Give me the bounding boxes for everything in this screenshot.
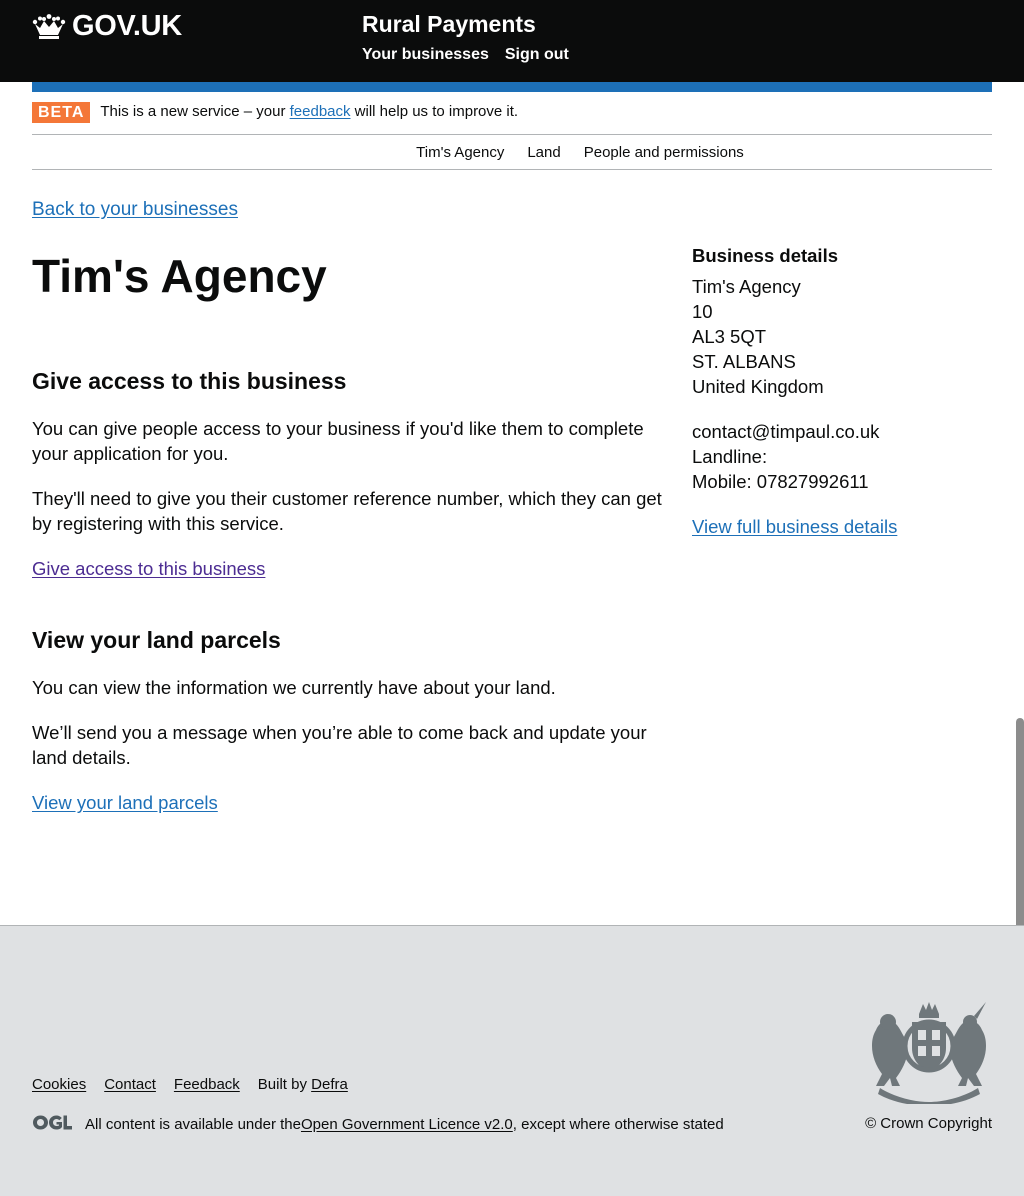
address-line: ST. ALBANS: [692, 351, 796, 372]
access-heading: Give access to this business: [32, 368, 347, 394]
business-details-heading: Business details: [692, 245, 839, 266]
access-para-2: They'll need to give you their customer …: [32, 488, 662, 534]
subnav-people-permissions[interactable]: People and permissions: [584, 144, 744, 161]
built-by-text: Built by: [257, 1076, 312, 1093]
address-line: 10: [692, 301, 713, 322]
address-line: AL3 5QT: [692, 326, 767, 347]
view-full-business-details-link[interactable]: View full business details: [692, 514, 897, 539]
main-content: Tim's Agency Give access to this busines…: [32, 248, 662, 859]
land-para-1: You can view the information we currentl…: [32, 677, 556, 698]
licence-text-before: All content is available under the: [85, 1116, 301, 1133]
access-para-1: You can give people access to your busin…: [32, 418, 644, 464]
crown-copyright: © Crown Copyright: [865, 1115, 992, 1132]
header-navigation: Your businesses Sign out: [362, 46, 569, 64]
crown-icon: [32, 13, 66, 39]
phase-text-before: This is a new service – your: [100, 103, 290, 120]
land-para-2: We’ll send you a message when you’re abl…: [32, 722, 647, 768]
business-details-panel: Business details Tim's Agency 10 AL3 5QT…: [692, 243, 992, 539]
built-by: Built by Defra: [258, 1076, 348, 1093]
footer-links: Cookies Contact Feedback Built by Defra: [32, 1076, 348, 1093]
footer-cookies-link[interactable]: Cookies: [32, 1076, 86, 1093]
royal-coat-of-arms: [872, 1002, 986, 1104]
licence-text-after: , except where otherwise stated: [512, 1116, 724, 1133]
ogl-logo-icon: [32, 1114, 85, 1135]
address-line: Tim's Agency: [692, 276, 801, 297]
business-landline: Landline:: [692, 446, 768, 467]
footer-contact-link[interactable]: Contact: [104, 1076, 156, 1093]
feedback-link[interactable]: feedback: [290, 103, 351, 120]
phase-banner: BETA This is a new service – your feedba…: [32, 100, 992, 135]
site-header: GOV.UK Rural Payments Your businesses Si…: [0, 0, 1024, 82]
give-access-link[interactable]: Give access to this business: [32, 556, 265, 581]
business-email: contact@timpaul.co.uk: [692, 421, 880, 442]
govuk-logo-link[interactable]: GOV.UK: [32, 10, 182, 43]
beta-tag: BETA: [32, 102, 91, 123]
phase-text-after: will help us to improve it.: [350, 103, 519, 120]
land-heading: View your land parcels: [32, 627, 281, 653]
back-link[interactable]: Back to your businesses: [32, 199, 238, 221]
sub-navigation: Tim's Agency Land People and permissions: [32, 135, 992, 170]
nav-sign-out[interactable]: Sign out: [505, 46, 569, 64]
subnav-land[interactable]: Land: [527, 144, 560, 161]
nav-your-businesses[interactable]: Your businesses: [362, 46, 489, 64]
site-footer: Cookies Contact Feedback Built by Defra …: [0, 925, 1024, 1196]
footer-feedback-link[interactable]: Feedback: [174, 1076, 240, 1093]
business-mobile: Mobile: 07827992611: [692, 471, 869, 492]
address-line: United Kingdom: [692, 376, 824, 397]
licence-info: All content is available under the Open …: [32, 1114, 724, 1135]
open-government-licence-link[interactable]: Open Government Licence v2.0: [301, 1116, 513, 1133]
page-title: Tim's Agency: [32, 250, 327, 302]
header-blue-bar: [32, 82, 992, 92]
logo-text: GOV.UK: [72, 10, 182, 42]
phase-banner-text: This is a new service – your feedback wi…: [100, 103, 518, 120]
view-land-parcels-link[interactable]: View your land parcels: [32, 790, 218, 815]
footer-defra-link[interactable]: Defra: [311, 1076, 348, 1093]
service-name-link[interactable]: Rural Payments: [362, 11, 536, 38]
subnav-business[interactable]: Tim's Agency: [416, 144, 504, 161]
